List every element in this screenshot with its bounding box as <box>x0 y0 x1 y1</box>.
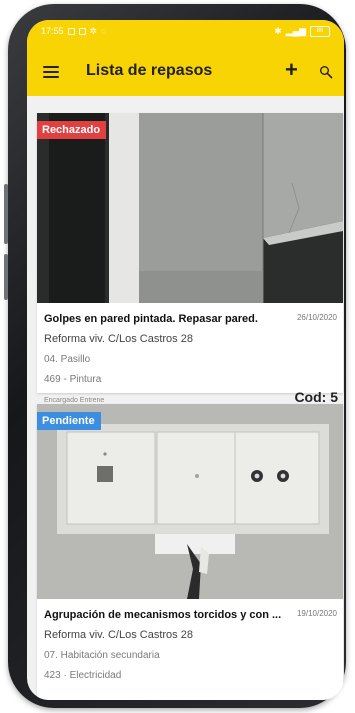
toolbar: Lista de repasos + <box>27 53 344 93</box>
search-icon[interactable] <box>319 65 333 79</box>
signal-icon: ▂▄▆ <box>285 25 306 36</box>
status-badge: Pendiente <box>37 412 101 430</box>
battery-level: 86 <box>316 28 324 34</box>
card-project: Reforma viv. C/Los Castros 28 <box>44 333 193 345</box>
status-left: 17:55 ✲ ◌ <box>41 26 106 37</box>
location-icon: ◌ <box>101 26 107 36</box>
list-item[interactable]: Pendiente Agrupación de mecanismos torci… <box>37 404 343 700</box>
notification-icon <box>78 27 86 35</box>
card-date: 26/10/2020 <box>296 313 337 322</box>
status-time: 17:55 <box>41 26 64 36</box>
list-item[interactable]: Rechazado Golpes en pared pintada. Repas… <box>37 113 343 405</box>
screen: 17:55 ✲ ◌ ✱ ▂▄▆ 86 Lista de repasos + Re… <box>27 20 344 700</box>
settings-icon: ✲ <box>89 25 98 36</box>
card-code: Cod: 5 <box>294 389 338 405</box>
power-button <box>4 254 8 300</box>
card-title: Agrupación de mecanismos torcidos y con … <box>44 609 282 621</box>
phone-frame: 17:55 ✲ ◌ ✱ ▂▄▆ 86 Lista de repasos + Re… <box>4 4 346 708</box>
status-right: ✱ ▂▄▆ 86 <box>274 25 330 37</box>
card-assignee: Encargado Entrene <box>44 397 105 404</box>
card-trade: 423 · Electricidad <box>44 670 122 681</box>
card-project: Reforma viv. C/Los Castros 28 <box>44 629 193 641</box>
app-bar: 17:55 ✲ ◌ ✱ ▂▄▆ 86 Lista de repasos + <box>27 20 344 96</box>
status-bar: 17:55 ✲ ◌ ✱ ▂▄▆ 86 <box>27 20 344 42</box>
repasos-list: Rechazado Golpes en pared pintada. Repas… <box>27 96 344 700</box>
card-title: Golpes en pared pintada. Repasar pared. <box>44 313 258 325</box>
repaso-photo <box>37 404 343 599</box>
card-room: 07. Habitación secundaria <box>44 650 160 661</box>
notification-icon <box>67 27 75 35</box>
add-icon[interactable]: + <box>285 59 298 81</box>
card-room: 04. Pasillo <box>44 354 91 365</box>
volume-button <box>4 184 8 244</box>
repaso-photo <box>37 113 343 303</box>
card-trade: 469 - Pintura <box>44 374 102 385</box>
battery-icon: 86 <box>310 25 330 37</box>
page-title: Lista de repasos <box>86 62 213 79</box>
card-date: 19/10/2020 <box>296 609 337 618</box>
hamburger-menu-icon[interactable] <box>43 66 59 78</box>
bluetooth-icon: ✱ <box>274 25 282 36</box>
status-badge: Rechazado <box>37 121 107 139</box>
